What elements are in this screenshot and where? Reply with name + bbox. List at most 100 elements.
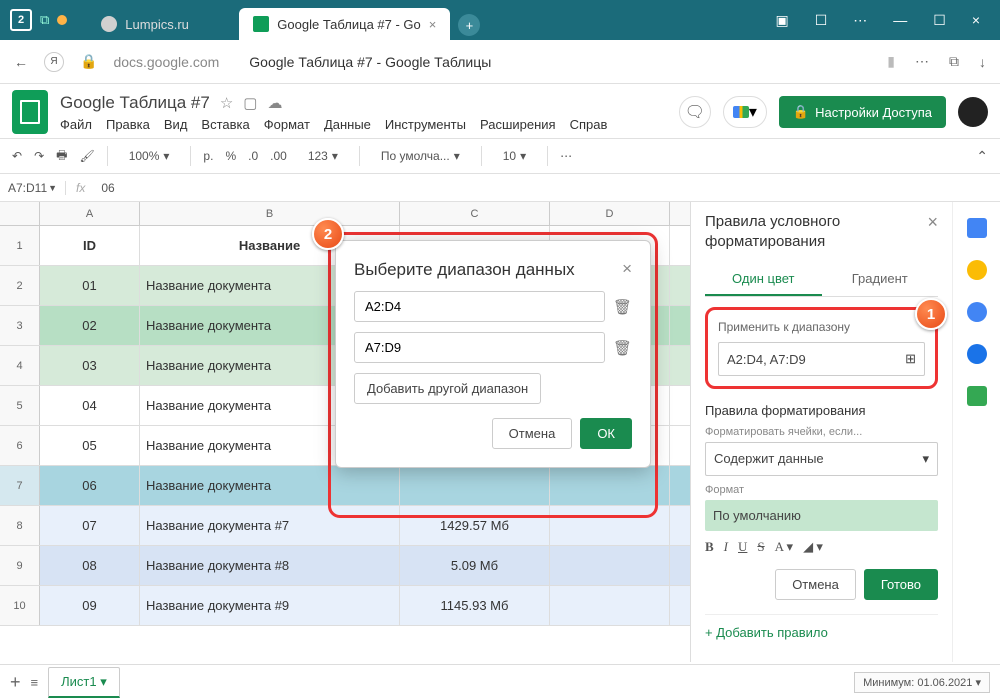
menu-insert[interactable]: Вставка <box>201 117 249 132</box>
row-header[interactable]: 1 <box>0 226 40 265</box>
row-header[interactable]: 2 <box>0 266 40 305</box>
maps-icon[interactable] <box>967 386 987 406</box>
cell[interactable]: 01 <box>40 266 140 305</box>
minimize-icon[interactable]: — <box>893 12 907 29</box>
cell[interactable] <box>550 466 670 505</box>
dialog-cancel-button[interactable]: Отмена <box>492 418 573 449</box>
more-icon[interactable]: ⋯ <box>915 53 929 70</box>
menu-help[interactable]: Справ <box>570 117 608 132</box>
menu-data[interactable]: Данные <box>324 117 371 132</box>
add-rule-link[interactable]: + Добавить правило <box>705 614 938 640</box>
calendar-icon[interactable] <box>967 218 987 238</box>
cell[interactable] <box>550 546 670 585</box>
more-tools-icon[interactable]: ⋯ <box>560 149 572 163</box>
url-text[interactable]: docs.google.com <box>113 54 219 70</box>
row-header[interactable]: 6 <box>0 426 40 465</box>
zoom-select[interactable]: 100% ▾ <box>120 144 179 168</box>
sun-icon[interactable] <box>57 15 67 25</box>
cell[interactable]: 06 <box>40 466 140 505</box>
tab-gradient[interactable]: Градиент <box>822 263 939 296</box>
grid-select-icon[interactable]: ⊞ <box>905 351 916 367</box>
browser-tab-sheets[interactable]: Google Таблица #7 - Go × <box>239 8 450 40</box>
range-input-2[interactable] <box>354 332 605 363</box>
sheet-tab[interactable]: Лист1 ▾ <box>48 667 120 698</box>
cell[interactable]: Название документа #8 <box>140 546 400 585</box>
menu-tools[interactable]: Инструменты <box>385 117 466 132</box>
print-icon[interactable]: 🖶 <box>56 146 67 167</box>
close-dialog-icon[interactable]: × <box>622 259 632 279</box>
cell[interactable]: 1145.93 Мб <box>400 586 550 625</box>
col-header-b[interactable]: B <box>140 202 400 225</box>
close-tab-icon[interactable]: × <box>429 17 437 32</box>
currency-button[interactable]: р. <box>203 149 213 163</box>
close-window-icon[interactable]: × <box>972 12 980 29</box>
row-header[interactable]: 4 <box>0 346 40 385</box>
decrease-decimal-button[interactable]: .0 <box>248 149 258 163</box>
cell[interactable] <box>550 506 670 545</box>
bookmark-page-icon[interactable]: ▮ <box>887 53 895 70</box>
sidebar-cancel-button[interactable]: Отмена <box>775 569 856 600</box>
trash-icon[interactable]: 🗑 <box>613 339 632 357</box>
keep-icon[interactable] <box>967 260 987 280</box>
font-size-select[interactable]: 10 ▾ <box>494 144 535 168</box>
condition-select[interactable]: Содержит данные▾ <box>705 442 938 476</box>
row-header[interactable]: 8 <box>0 506 40 545</box>
sidebar-done-button[interactable]: Готово <box>864 569 938 600</box>
bold-icon[interactable]: B <box>705 539 714 555</box>
cell[interactable]: 02 <box>40 306 140 345</box>
cell[interactable]: 03 <box>40 346 140 385</box>
trash-icon[interactable]: 🗑 <box>613 298 632 316</box>
cell[interactable]: 08 <box>40 546 140 585</box>
comments-icon[interactable]: 🗨 <box>679 96 711 128</box>
fill-color-icon[interactable]: ◢ ▾ <box>803 539 823 555</box>
number-format-button[interactable]: 123 ▾ <box>299 144 347 168</box>
date-filter[interactable]: Минимум: 01.06.2021 ▾ <box>854 672 990 693</box>
collapse-toolbar-icon[interactable]: ⌃ <box>976 148 988 165</box>
table-row[interactable]: 9 08 Название документа #8 5.09 Мб <box>0 546 690 586</box>
cell[interactable]: 05 <box>40 426 140 465</box>
table-row[interactable]: 8 07 Название документа #7 1429.57 Мб <box>0 506 690 546</box>
row-header[interactable]: 7 <box>0 466 40 505</box>
paint-icon[interactable]: 🖌 <box>79 149 94 163</box>
add-range-button[interactable]: Добавить другой диапазон <box>354 373 541 404</box>
table-row[interactable]: 7 06 Название документа <box>0 466 690 506</box>
row-header[interactable]: 3 <box>0 306 40 345</box>
maximize-icon[interactable]: ☐ <box>933 12 946 29</box>
row-header[interactable]: 5 <box>0 386 40 425</box>
new-tab-button[interactable]: + <box>458 14 480 36</box>
yandex-icon[interactable]: Я <box>44 52 64 72</box>
pin-icon[interactable]: ⧉ <box>40 12 49 28</box>
text-color-icon[interactable]: A ▾ <box>775 539 793 555</box>
undo-icon[interactable]: ↶ <box>12 149 22 163</box>
name-box[interactable]: A7:D11▼ <box>0 181 66 195</box>
collections-icon[interactable]: ⧉ <box>949 53 959 70</box>
cell[interactable]: ID <box>40 226 140 265</box>
tasks-icon[interactable] <box>967 302 987 322</box>
all-sheets-icon[interactable]: ≡ <box>31 675 39 690</box>
percent-button[interactable]: % <box>225 149 236 163</box>
format-preview[interactable]: По умолчанию <box>705 500 938 531</box>
tab-single-color[interactable]: Один цвет <box>705 263 822 296</box>
formula-value[interactable]: 06 <box>95 181 120 195</box>
menu-format[interactable]: Формат <box>264 117 310 132</box>
bookmark-icon[interactable]: ☐ <box>815 12 828 29</box>
cell[interactable]: 09 <box>40 586 140 625</box>
user-avatar[interactable] <box>958 97 988 127</box>
cell[interactable] <box>550 586 670 625</box>
menu-icon[interactable]: ⋯ <box>853 12 867 29</box>
cell[interactable]: 07 <box>40 506 140 545</box>
italic-icon[interactable]: I <box>724 539 728 555</box>
menu-extensions[interactable]: Расширения <box>480 117 556 132</box>
menu-edit[interactable]: Правка <box>106 117 150 132</box>
cell[interactable]: Название документа #9 <box>140 586 400 625</box>
star-icon[interactable]: ☆ <box>220 94 233 112</box>
cell[interactable]: 5.09 Мб <box>400 546 550 585</box>
move-icon[interactable]: ▢ <box>243 94 257 112</box>
extension-icon[interactable]: ▣ <box>775 12 788 29</box>
underline-icon[interactable]: U <box>738 539 747 555</box>
menu-view[interactable]: Вид <box>164 117 188 132</box>
download-icon[interactable]: ↓ <box>979 54 986 70</box>
back-icon[interactable]: ← <box>14 54 28 70</box>
add-sheet-icon[interactable]: + <box>10 672 21 693</box>
col-header-c[interactable]: C <box>400 202 550 225</box>
